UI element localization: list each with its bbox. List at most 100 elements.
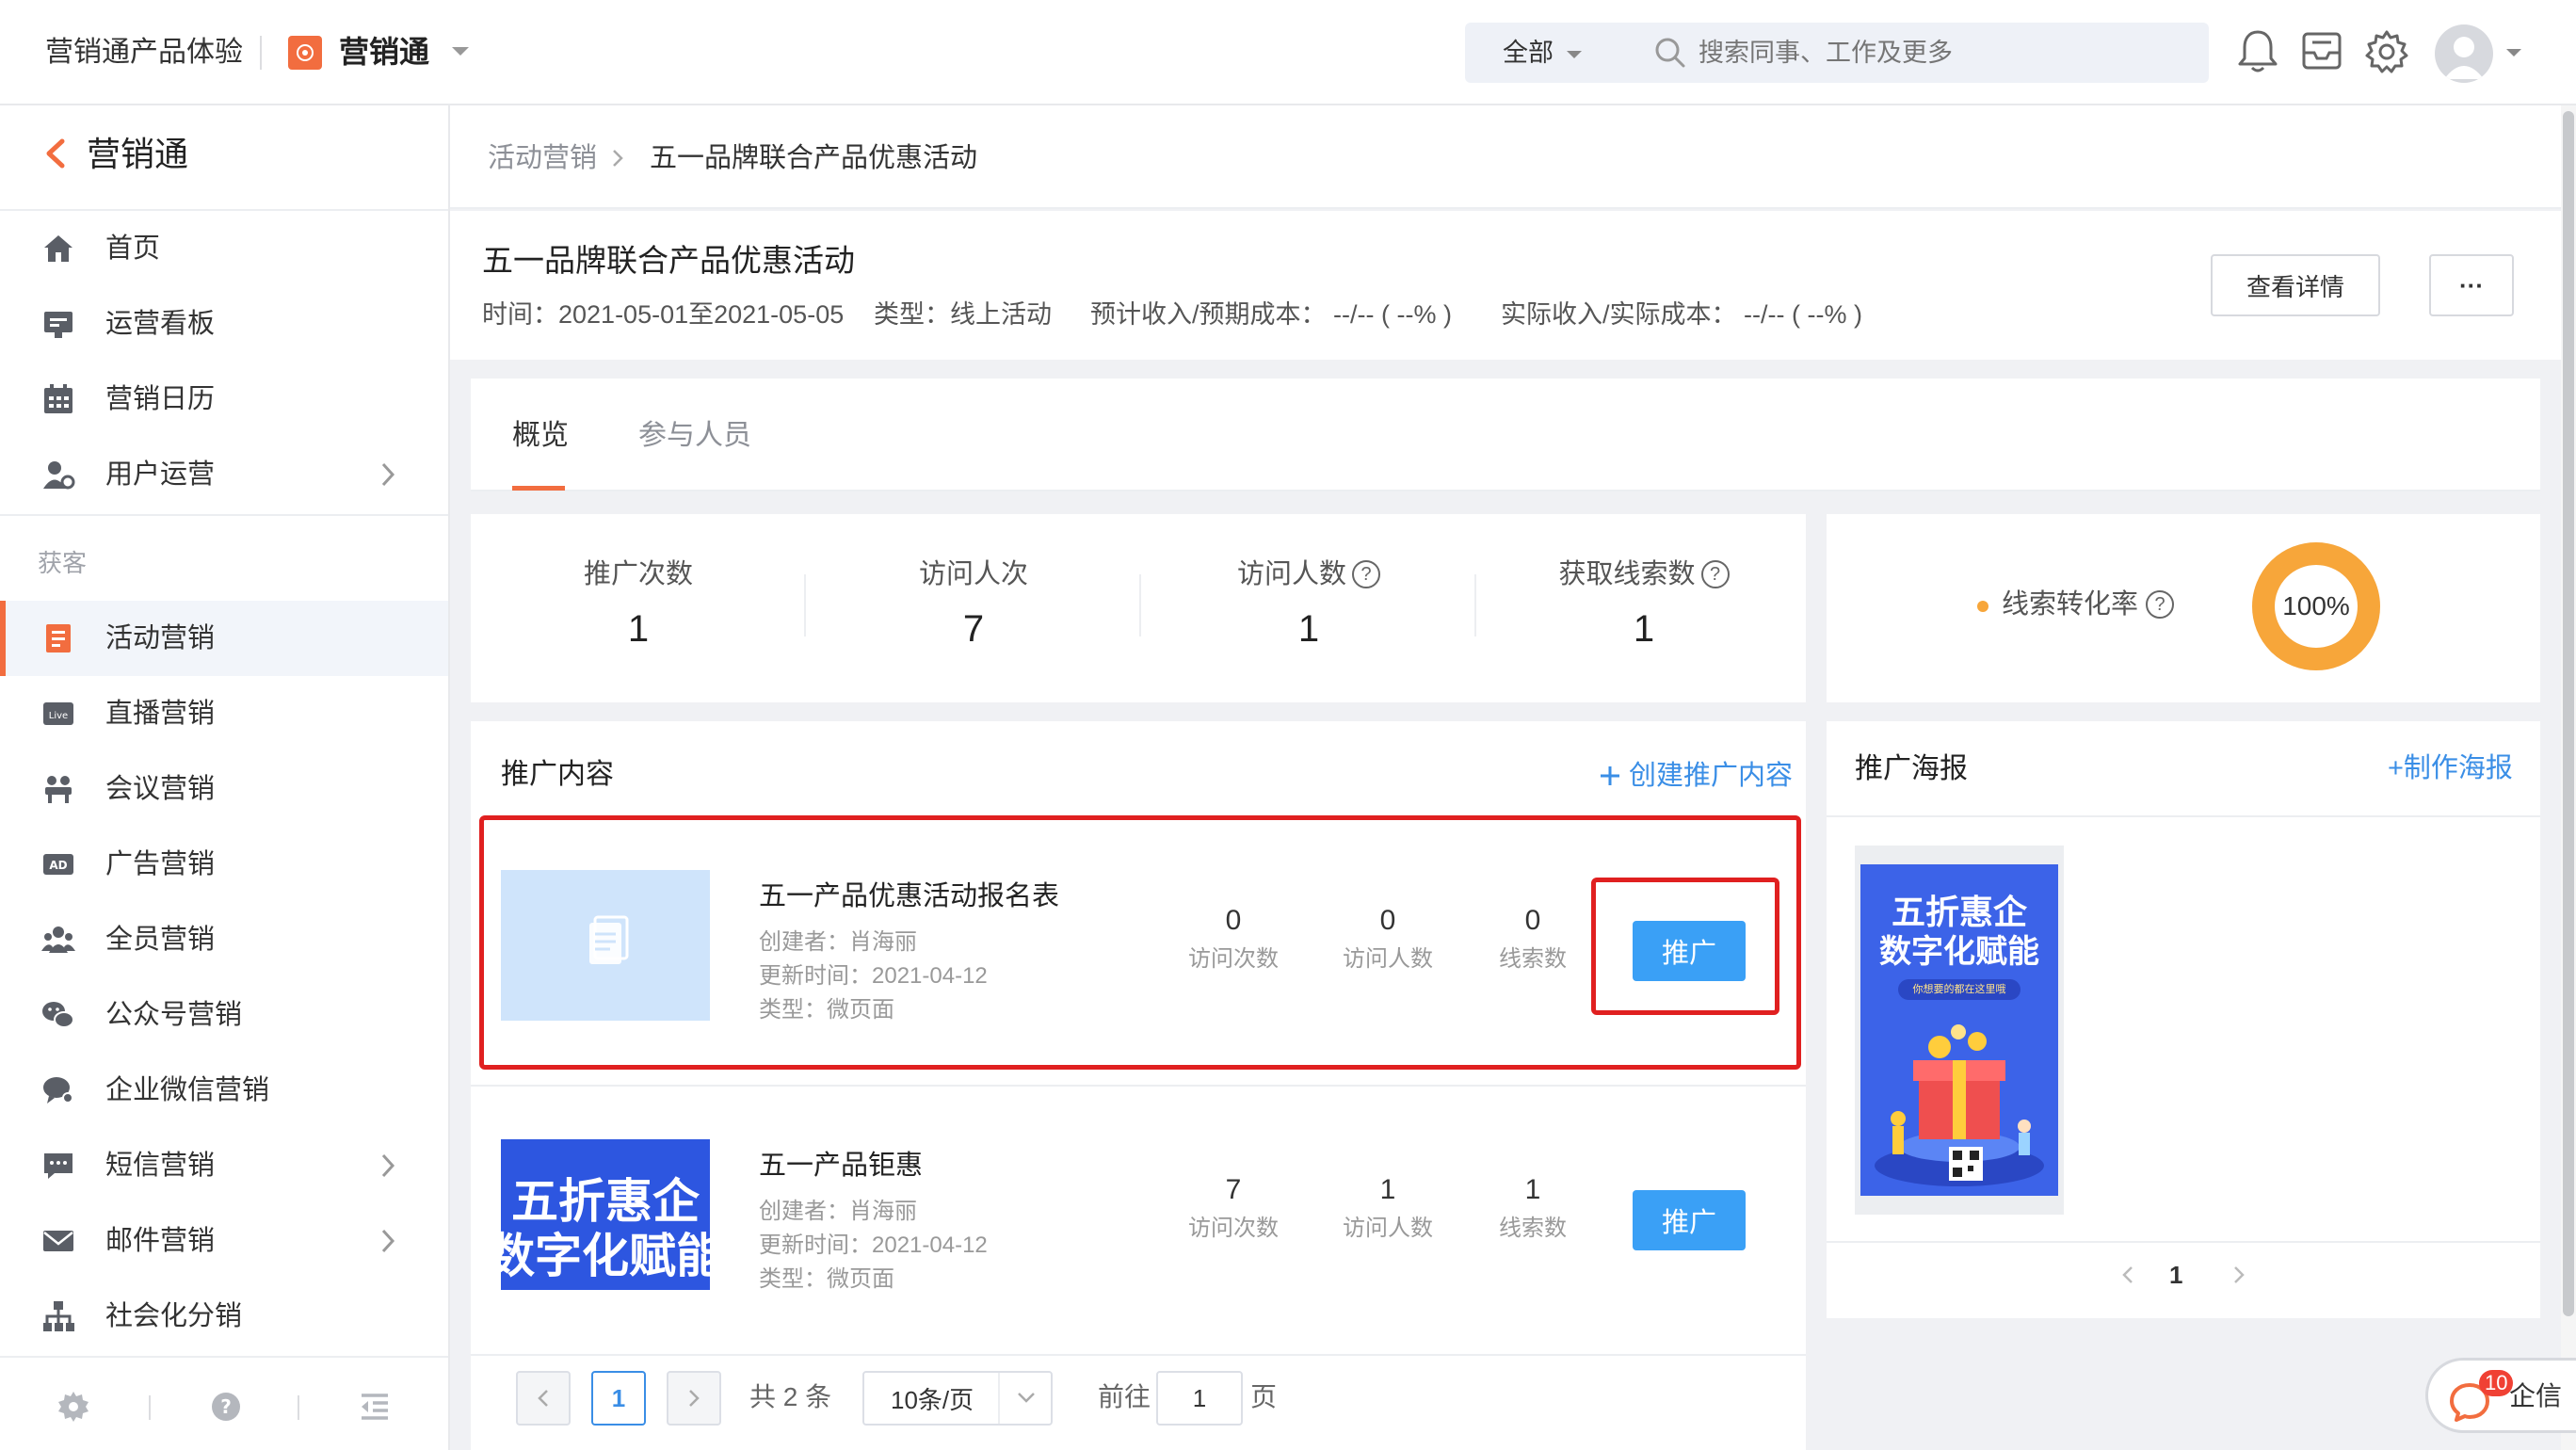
sidebar-item-sms[interactable]: 短信营销 [0,1128,448,1203]
poster-page-number[interactable]: 1 [2169,1258,2182,1292]
active-tab-indicator [512,486,565,491]
thumb-subheadline: 数字化赋能 [501,1230,710,1282]
breadcrumb-parent[interactable]: 活动营销 [488,139,597,177]
tab-overview[interactable]: 概览 [512,416,569,456]
conversion-donut: 100% [2252,542,2380,670]
metric-value: 1 [1379,1174,1396,1205]
next-page-button[interactable] [667,1371,721,1426]
ad-icon: AD [41,847,75,881]
conversion-panel: 线索转化率 ? 100% [1827,514,2540,702]
help-icon[interactable]: ? [1700,560,1730,588]
sidebar-item-calendar[interactable]: 营销日历 [0,362,448,437]
divider [1827,815,2540,817]
sidebar-item-team[interactable]: 全员营销 [0,902,448,977]
chevron-down-icon[interactable] [450,45,471,58]
sidebar-item-user-ops[interactable]: 用户运营 [0,437,448,512]
help-icon[interactable]: ? [209,1390,243,1424]
metric-label: 访问次数 [1188,1216,1279,1241]
promo-visits: 7 访问次数 [1177,1171,1290,1245]
help-icon[interactable]: ? [2146,590,2175,619]
chevron-down-icon[interactable] [2504,47,2523,58]
sidebar-item-event-marketing[interactable]: 活动营销 [0,601,448,676]
goto-label: 前往 [1098,1382,1151,1411]
sidebar-item-label: 全员营销 [105,925,216,955]
qixin-chat-button[interactable]: 10 企信 [2425,1358,2576,1433]
sidebar: 营销通 首页 运营看板 营销日历 用户运营 获客 活动营销 Live 直播营销 … [0,105,450,1450]
conversion-label-text: 线索转化率 [2002,589,2139,620]
sidebar-item-meeting[interactable]: 会议营销 [0,751,448,827]
divider [471,1354,1806,1356]
search-scope-select[interactable]: 全部 [1503,36,1554,70]
next-poster-page-button[interactable] [2233,1265,2245,1284]
chevron-down-icon[interactable] [1565,49,1584,60]
search-input[interactable] [1699,36,2169,70]
mail-icon [41,1224,75,1258]
view-detail-button[interactable]: 查看详情 [2211,254,2380,316]
top-bar: 营销通产品体验 营销通 全部 [0,0,2576,105]
activity-expected: 预计收入/预期成本： --/-- ( --% ) [1090,300,1452,329]
sidebar-group-label: 获客 [38,549,88,577]
stat-label: 访问人次 [918,559,1028,589]
thumb-headline: 五折惠企 [511,1175,700,1228]
inbox-icon[interactable] [2299,28,2344,75]
global-search: 全部 [1465,23,2209,83]
stats-panel: 推广次数 1 访问人次 7 访问人数? 1 获取线索数? 1 [471,514,1806,702]
sidebar-item-label: 会议营销 [105,774,216,804]
promo-type: 类型：微页面 [759,1266,894,1292]
sidebar-item-dashboard[interactable]: 运营看板 [0,286,448,362]
sidebar-item-distribution[interactable]: 社会化分销 [0,1279,448,1354]
sidebar-item-label: 短信营销 [105,1151,216,1181]
stat-label: 推广次数 [583,559,693,589]
prev-page-button[interactable] [516,1371,571,1426]
event-icon [41,621,75,655]
avatar[interactable] [2435,24,2493,83]
poster-tagline: 你想要的都在这里哦 [1898,979,2021,1000]
chevron-right-icon [612,149,623,168]
sidebar-item-label: 活动营销 [105,623,216,653]
sidebar-item-label: 运营看板 [105,309,216,339]
sidebar-item-wecom[interactable]: 企业微信营销 [0,1053,448,1128]
create-promo-link[interactable]: 创建推广内容 [1599,757,1793,795]
more-button[interactable]: ··· [2429,254,2514,316]
calendar-icon [41,382,75,416]
sidebar-item-label: 广告营销 [105,849,216,879]
promo-visitors: 1 访问人数 [1331,1171,1444,1245]
page-number-button[interactable]: 1 [591,1371,646,1426]
sidebar-item-home[interactable]: 首页 [0,211,448,286]
create-poster-link[interactable]: +制作海报 [2388,749,2513,787]
sidebar-item-mail[interactable]: 邮件营销 [0,1203,448,1279]
scrollbar[interactable] [2563,111,2574,1316]
brand-name[interactable]: 营销通产品体验 [45,34,243,72]
gear-icon[interactable] [2363,28,2410,75]
goto-page-input[interactable]: 1 [1156,1371,1243,1426]
chevron-right-icon [689,1390,700,1407]
settings-icon[interactable] [56,1390,90,1424]
promo-thumbnail[interactable]: 五折惠企 数字化赋能 [501,1139,710,1290]
sidebar-item-ad[interactable]: AD 广告营销 [0,827,448,902]
team-icon [41,923,75,957]
promote-button[interactable]: 推广 [1633,1190,1746,1250]
qixin-label: 企信 [2509,1381,2563,1410]
tab-participants[interactable]: 参与人员 [638,416,751,456]
stat-value: 1 [1297,608,1320,650]
stat-label: 访问人数 [1236,559,1346,589]
section-title: 推广内容 [501,759,614,790]
promo-title[interactable]: 五一产品钜惠 [759,1147,923,1184]
sidebar-item-label: 社会化分销 [105,1301,243,1331]
poster-card[interactable]: 五折惠企 数字化赋能 你想要的都在这里哦 [1860,864,2058,1196]
page-size-select[interactable]: 10条/页 [862,1371,1053,1426]
total-count: 共 2 条 [749,1382,832,1411]
chevron-right-icon [2234,1266,2245,1283]
help-icon[interactable]: ? [1352,560,1380,588]
sidebar-item-live[interactable]: Live 直播营销 [0,676,448,751]
stat-label: 获取线索数 [1558,559,1696,589]
page-title: 五一品牌联合产品优惠活动 [482,243,855,278]
sidebar-item-wechat[interactable]: 公众号营销 [0,977,448,1053]
prev-poster-page-button[interactable] [2122,1265,2133,1284]
promo-creator: 创建者：肖海丽 [759,1199,917,1224]
app-switcher[interactable]: 营销通 [339,32,429,72]
bell-icon[interactable] [2235,28,2280,75]
collapse-menu-icon[interactable] [358,1390,392,1424]
back-arrow-icon[interactable] [41,137,70,169]
activity-type: 类型：线上活动 [874,300,1052,329]
